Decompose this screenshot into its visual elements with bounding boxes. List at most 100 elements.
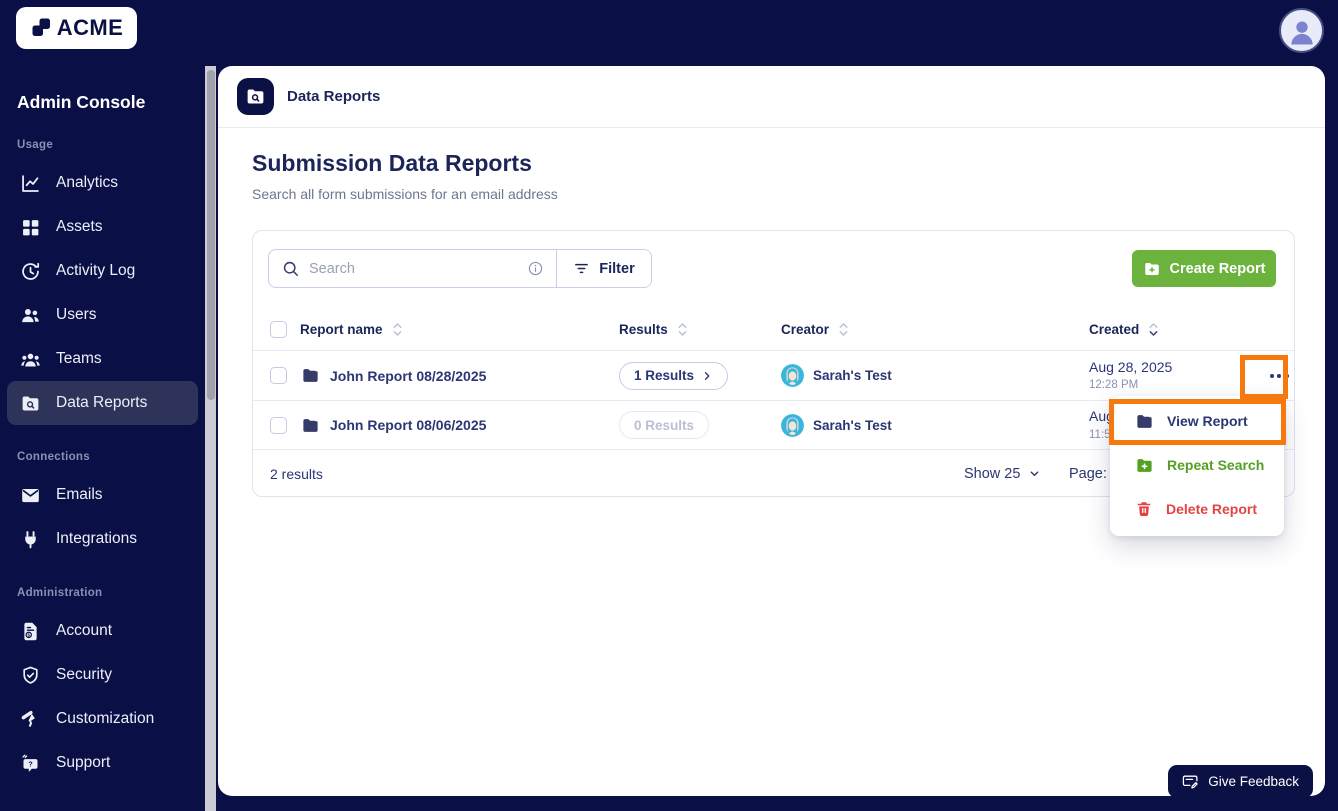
- sidebar-section-usage: Usage: [17, 139, 54, 151]
- menu-item-delete-report[interactable]: Delete Report: [1110, 487, 1284, 531]
- sidebar-item-integrations[interactable]: Integrations: [7, 517, 198, 561]
- sidebar-item-analytics[interactable]: Analytics: [7, 161, 198, 205]
- sidebar-item-users[interactable]: Users: [7, 293, 198, 337]
- chevron-down-icon: [1031, 471, 1039, 477]
- sort-icon[interactable]: [837, 322, 850, 337]
- create-report-label: Create Report: [1169, 260, 1266, 277]
- sort-desc-icon[interactable]: [1147, 322, 1160, 337]
- menu-item-label: View Report: [1167, 413, 1248, 429]
- folder-icon: [301, 366, 320, 385]
- sort-icon[interactable]: [391, 322, 404, 337]
- menu-item-view-report[interactable]: View Report: [1110, 399, 1284, 443]
- sidebar-item-label: Data Reports: [56, 394, 148, 411]
- table-row[interactable]: John Report 08/28/2025 1 Results Sarah's…: [253, 351, 1294, 401]
- sidebar-item-security[interactable]: Security: [7, 653, 198, 697]
- top-bar: ACME: [0, 0, 1338, 66]
- trash-icon: [1135, 500, 1153, 518]
- sort-icon[interactable]: [676, 322, 689, 337]
- breadcrumb-page-title: Data Reports: [287, 88, 381, 105]
- sidebar-item-label: Customization: [56, 710, 155, 727]
- chevron-right-icon: [704, 371, 710, 380]
- filter-icon: [573, 260, 590, 277]
- search-filter-group: Filter: [268, 249, 652, 288]
- column-header-report-name[interactable]: Report name: [300, 322, 404, 337]
- account-icon: $: [20, 621, 41, 642]
- create-report-button[interactable]: Create Report: [1132, 250, 1276, 287]
- row-actions-ellipsis-button[interactable]: [1264, 368, 1295, 384]
- security-icon: [20, 665, 41, 686]
- search-field[interactable]: [269, 250, 557, 287]
- filter-label: Filter: [599, 260, 635, 277]
- folder-icon: [1135, 412, 1154, 431]
- acme-blocks-icon: [30, 16, 54, 40]
- sidebar-item-customization[interactable]: Customization: [7, 697, 198, 741]
- row-actions-menu: View Report Repeat Search Delete Report: [1110, 396, 1284, 536]
- creator-avatar: [781, 364, 804, 387]
- results-summary: 2 results: [270, 465, 323, 482]
- report-name: John Report 08/06/2025: [330, 417, 487, 433]
- sidebar-item-label: Activity Log: [56, 262, 136, 279]
- sidebar-item-label: Users: [56, 306, 97, 323]
- select-all-checkbox[interactable]: [270, 321, 287, 338]
- sidebar-item-activity-log[interactable]: Activity Log: [7, 249, 198, 293]
- filter-button[interactable]: Filter: [557, 250, 651, 287]
- sidebar-item-support[interactable]: ? Support: [7, 741, 198, 785]
- info-icon[interactable]: [527, 260, 544, 277]
- results-pill: 0 Results: [619, 411, 710, 439]
- page-scrollbar[interactable]: [205, 66, 216, 811]
- page-label: Page:: [1069, 465, 1107, 482]
- search-icon: [281, 259, 300, 278]
- page-subtitle: Search all form submissions for an email…: [252, 186, 558, 202]
- activity-log-icon: [20, 261, 41, 282]
- show-per-page-value: Show 25: [964, 465, 1021, 482]
- folder-plus-icon: [1135, 456, 1154, 475]
- data-reports-header-icon: [237, 78, 274, 115]
- results-pill[interactable]: 1 Results: [619, 361, 729, 390]
- analytics-icon: [20, 173, 41, 194]
- svg-text:?: ?: [28, 759, 33, 768]
- person-icon: [1285, 14, 1319, 48]
- row-checkbox[interactable]: [270, 367, 287, 384]
- menu-item-label: Repeat Search: [1167, 457, 1265, 473]
- column-header-creator[interactable]: Creator: [781, 322, 850, 337]
- sidebar-section-connections: Connections: [17, 451, 90, 463]
- sidebar-item-label: Emails: [56, 486, 103, 503]
- sidebar-item-assets[interactable]: Assets: [7, 205, 198, 249]
- menu-item-repeat-search[interactable]: Repeat Search: [1110, 443, 1284, 487]
- sidebar-title: Admin Console: [17, 92, 146, 112]
- user-avatar[interactable]: [1279, 8, 1324, 53]
- teams-icon: [20, 349, 41, 370]
- column-header-created[interactable]: Created: [1089, 322, 1160, 337]
- sidebar-item-teams[interactable]: Teams: [7, 337, 198, 381]
- sidebar: Admin Console Usage Analytics Assets Act…: [0, 66, 205, 811]
- give-feedback-button[interactable]: Give Feedback: [1168, 765, 1313, 798]
- emails-icon: [20, 485, 41, 506]
- acme-logo[interactable]: ACME: [16, 7, 137, 49]
- folder-plus-icon: [1143, 260, 1161, 278]
- sidebar-item-label: Account: [56, 622, 113, 639]
- search-input[interactable]: [309, 260, 518, 277]
- sidebar-item-label: Teams: [56, 350, 102, 367]
- sidebar-item-label: Support: [56, 754, 111, 771]
- content-header: Data Reports: [218, 66, 1325, 128]
- created-cell: Aug 28, 2025 12:28 PM: [1089, 359, 1172, 393]
- sidebar-item-emails[interactable]: Emails: [7, 473, 198, 517]
- data-reports-icon: [20, 393, 41, 414]
- page-title: Submission Data Reports: [252, 150, 532, 176]
- logo-text: ACME: [56, 15, 124, 40]
- sidebar-item-data-reports[interactable]: Data Reports: [7, 381, 198, 425]
- sidebar-item-account[interactable]: $ Account: [7, 609, 198, 653]
- folder-icon: [301, 416, 320, 435]
- creator-name: Sarah's Test: [813, 368, 892, 383]
- row-checkbox[interactable]: [270, 416, 287, 434]
- created-date: Aug 28, 2025: [1089, 358, 1173, 375]
- column-header-results[interactable]: Results: [619, 322, 689, 337]
- report-name: John Report 08/28/2025: [330, 367, 487, 384]
- sidebar-item-label: Integrations: [56, 530, 137, 547]
- sidebar-item-label: Security: [56, 666, 112, 683]
- scrollbar-thumb[interactable]: [206, 70, 215, 400]
- feedback-icon: [1182, 773, 1199, 790]
- show-per-page-select[interactable]: Show 25: [964, 450, 1041, 497]
- sidebar-item-label: Analytics: [56, 174, 119, 191]
- created-time: 12:28 PM: [1089, 379, 1139, 392]
